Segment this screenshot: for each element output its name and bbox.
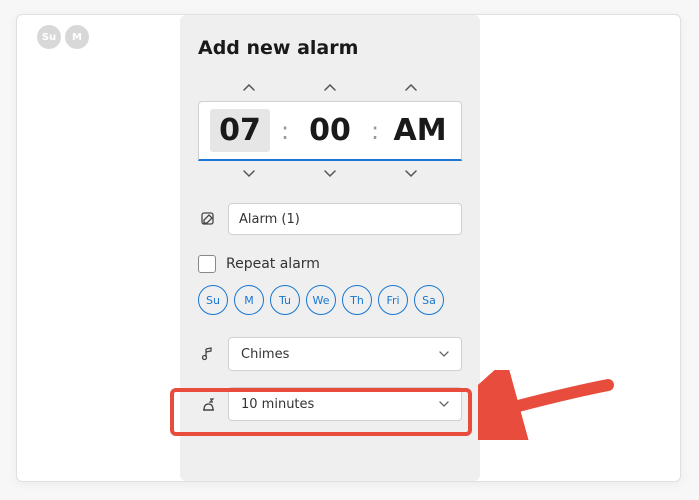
time-sep-1: : xyxy=(281,117,289,145)
panel-title: Add new alarm xyxy=(198,37,462,59)
time-down-chevrons xyxy=(198,163,462,185)
snooze-row: 10 minutes xyxy=(198,387,462,421)
days-row: Su M Tu We Th Fri Sa xyxy=(198,285,462,315)
ampm-value[interactable]: AM xyxy=(390,113,450,148)
snooze-select[interactable]: 10 minutes xyxy=(228,387,462,421)
repeat-checkbox[interactable] xyxy=(198,255,216,273)
sound-row: Chimes xyxy=(198,337,462,371)
repeat-label: Repeat alarm xyxy=(226,256,320,272)
day-m[interactable]: M xyxy=(234,285,264,315)
minute-up-button[interactable] xyxy=(310,77,350,99)
sound-select[interactable]: Chimes xyxy=(228,337,462,371)
edit-icon xyxy=(198,209,218,229)
time-up-chevrons xyxy=(198,77,462,99)
app-window: Su M Add new alarm 07 : 00 : AM xyxy=(16,14,681,482)
time-sep-2: : xyxy=(371,117,379,145)
music-note-icon xyxy=(198,344,218,364)
day-fr[interactable]: Fri xyxy=(378,285,408,315)
day-th[interactable]: Th xyxy=(342,285,372,315)
alarm-name-row: Alarm (1) xyxy=(198,203,462,235)
alarm-name-input[interactable]: Alarm (1) xyxy=(228,203,462,235)
background-day-badges: Su M xyxy=(37,25,89,49)
hour-value[interactable]: 07 xyxy=(210,109,270,152)
bg-day-su: Su xyxy=(37,25,61,49)
snooze-icon xyxy=(198,394,218,414)
hour-up-button[interactable] xyxy=(229,77,269,99)
add-alarm-panel: Add new alarm 07 : 00 : AM xyxy=(180,15,480,481)
ampm-down-button[interactable] xyxy=(391,163,431,185)
day-tu[interactable]: Tu xyxy=(270,285,300,315)
bg-day-m: M xyxy=(65,25,89,49)
minute-down-button[interactable] xyxy=(310,163,350,185)
repeat-row: Repeat alarm xyxy=(198,255,462,273)
sound-select-value: Chimes xyxy=(241,347,289,362)
ampm-up-button[interactable] xyxy=(391,77,431,99)
snooze-select-value: 10 minutes xyxy=(241,397,314,412)
chevron-down-icon xyxy=(439,351,449,358)
minute-value[interactable]: 00 xyxy=(300,113,360,148)
hour-down-button[interactable] xyxy=(229,163,269,185)
day-sa[interactable]: Sa xyxy=(414,285,444,315)
day-su[interactable]: Su xyxy=(198,285,228,315)
chevron-down-icon xyxy=(439,401,449,408)
time-picker[interactable]: 07 : 00 : AM xyxy=(198,101,462,161)
day-we[interactable]: We xyxy=(306,285,336,315)
